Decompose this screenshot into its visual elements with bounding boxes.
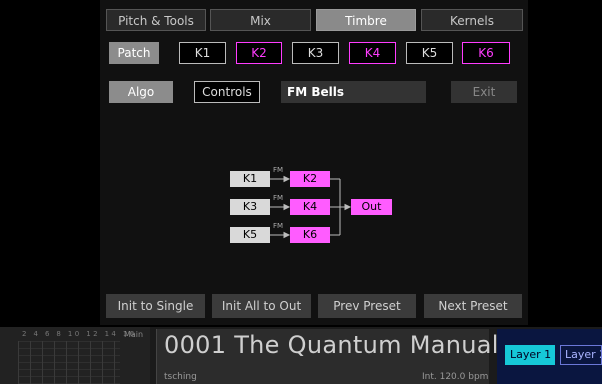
- fm-label-1: FM: [273, 166, 284, 174]
- kernel-k6-button[interactable]: K6: [462, 42, 510, 64]
- kernel-k4-button[interactable]: K4: [349, 42, 396, 64]
- layer-2-button[interactable]: Layer 2: [560, 345, 602, 365]
- preset-name-field[interactable]: FM Bells: [281, 81, 426, 103]
- meter-channel-labels: 2 4 6 8 10 12 14 16: [22, 330, 137, 338]
- preset-author: tsching: [164, 372, 197, 382]
- algo-button[interactable]: Algo: [109, 81, 173, 103]
- carrier-k2-node[interactable]: K2: [290, 171, 330, 187]
- meter-grid: [18, 341, 120, 384]
- tab-pitch-tools[interactable]: Pitch & Tools: [106, 9, 206, 31]
- kernel-k3-button[interactable]: K3: [292, 42, 339, 64]
- fm-label-2: FM: [273, 194, 284, 202]
- fm-label-3: FM: [273, 222, 284, 230]
- modulator-k5-node[interactable]: K5: [230, 227, 270, 243]
- prev-preset-button[interactable]: Prev Preset: [318, 294, 416, 318]
- carrier-k6-node[interactable]: K6: [290, 227, 330, 243]
- tempo-readout: Int. 120.0 bpm: [422, 372, 489, 382]
- kernel-k5-button[interactable]: K5: [406, 42, 453, 64]
- tab-mix[interactable]: Mix: [210, 9, 311, 31]
- controls-button[interactable]: Controls: [194, 81, 260, 103]
- init-to-single-button[interactable]: Init to Single: [106, 294, 205, 318]
- patch-button[interactable]: Patch: [109, 42, 159, 64]
- modulator-k3-node[interactable]: K3: [230, 199, 270, 215]
- layer-1-button[interactable]: Layer 1: [505, 345, 555, 365]
- tab-kernels[interactable]: Kernels: [421, 9, 523, 31]
- exit-button[interactable]: Exit: [451, 81, 517, 103]
- init-all-to-out-button[interactable]: Init All to Out: [212, 294, 311, 318]
- kernel-k1-button[interactable]: K1: [179, 42, 226, 64]
- carrier-k4-node[interactable]: K4: [290, 199, 330, 215]
- preset-title: 0001 The Quantum Manual: [164, 331, 499, 359]
- modulator-k1-node[interactable]: K1: [230, 171, 270, 187]
- next-preset-button[interactable]: Next Preset: [424, 294, 522, 318]
- kernel-k2-button[interactable]: K2: [236, 42, 282, 64]
- output-node[interactable]: Out: [351, 199, 392, 215]
- meter-main-label: Main: [124, 330, 144, 339]
- tab-timbre[interactable]: Timbre: [316, 9, 416, 31]
